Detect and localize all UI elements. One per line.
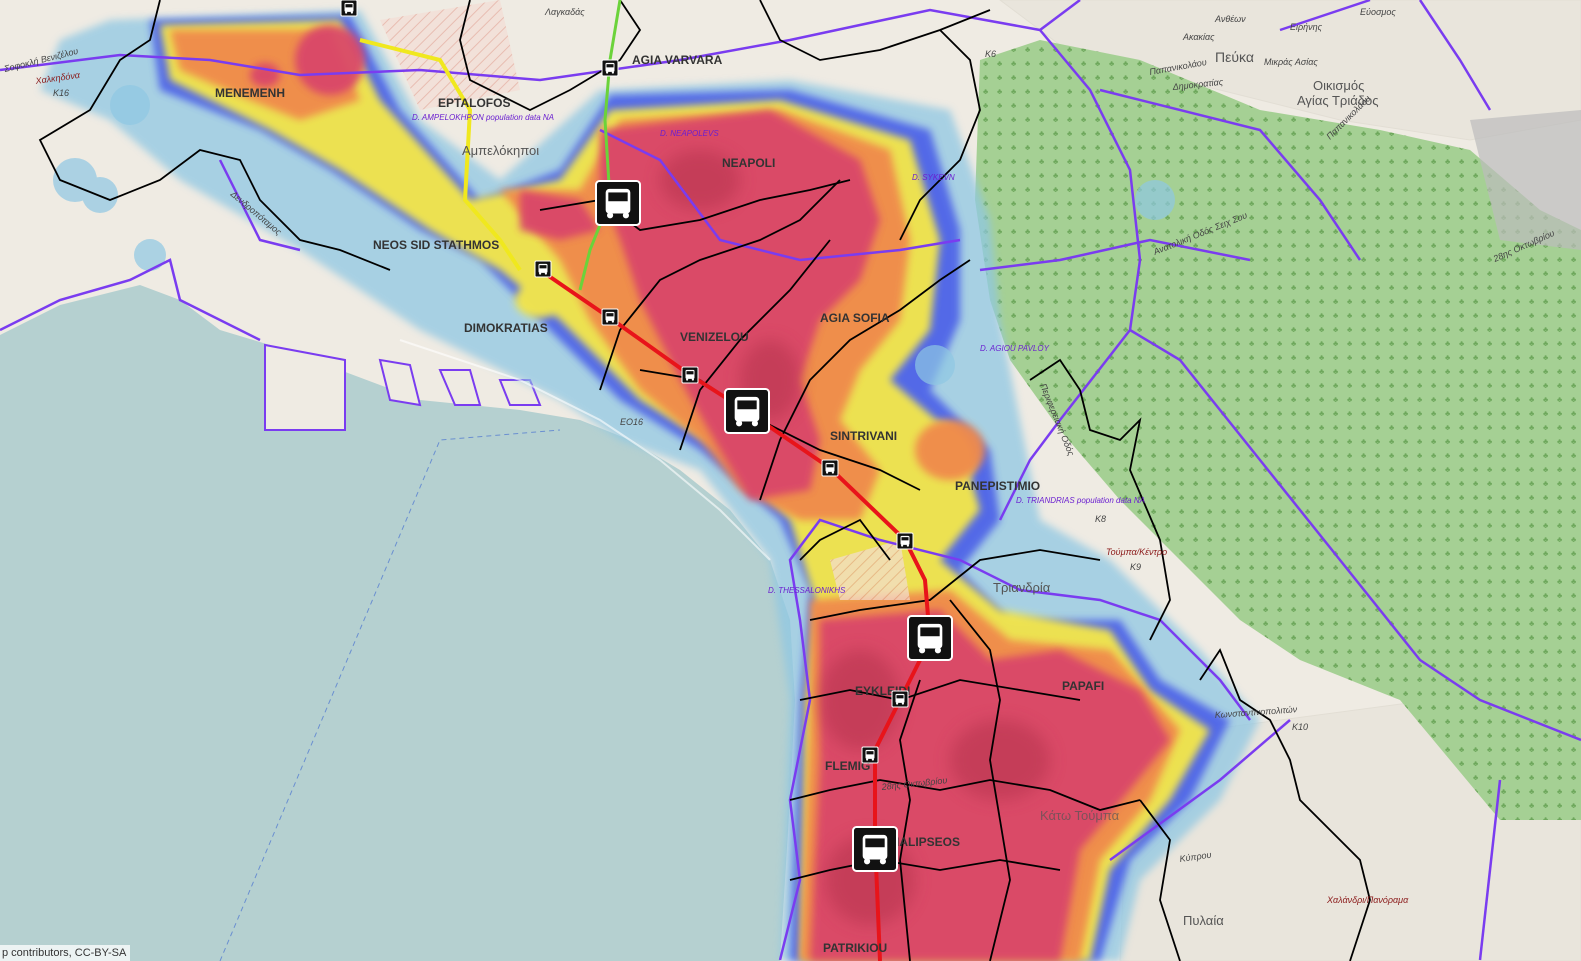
note-d-neapolews: D. NEAPOLEVS: [660, 129, 719, 138]
place-kato-toumpa: Κάτω Τούμπα: [1040, 808, 1120, 823]
bus-major-3-icon[interactable]: [907, 615, 953, 661]
district-agia-varvara: AGIA VARVARA: [632, 53, 723, 67]
bus-minor-1-icon[interactable]: [340, 0, 358, 17]
note-d-sykewn: D. SYKEVN: [912, 173, 955, 182]
bus-minor-3-icon[interactable]: [534, 260, 552, 278]
note-d-thessalonikis: D. THESSALONIKHS: [768, 586, 846, 595]
bus-major-1-icon[interactable]: [595, 180, 641, 226]
road-toumpa-kentro: Τούμπα/Κέντρο: [1106, 547, 1167, 557]
district-agia-sofia: AGIA SOFIA: [820, 311, 890, 325]
bus-major-4-icon[interactable]: [852, 826, 898, 872]
road-k10: Κ10: [1292, 722, 1308, 732]
place-pefka: Πεύκα: [1215, 49, 1254, 65]
place-pylaia: Πυλαία: [1183, 913, 1224, 928]
district-menemeni: MENEMENH: [215, 86, 285, 100]
district-venizelou: VENIZELOU: [680, 330, 749, 344]
bus-minor-2-icon[interactable]: [601, 59, 619, 77]
road-mikras-asias: Μικράς Ασίας: [1264, 57, 1318, 67]
district-sintrivani: SINTRIVANI: [830, 429, 897, 443]
district-neapoli: NEAPOLI: [722, 156, 775, 170]
district-panepistimio: PANEPISTIMIO: [955, 479, 1040, 493]
place-oikismos: Οικισμός: [1313, 78, 1364, 93]
note-d-ampelokhpoi: D. AMPELOKHPON population data NA: [412, 113, 554, 122]
road-k9: Κ9: [1130, 562, 1141, 572]
district-patrikiou: PATRIKIOU: [823, 941, 887, 955]
road-k16: Κ16: [53, 88, 69, 98]
note-d-agiou-pavlou: D. AGIOU PAVLOY: [980, 344, 1050, 353]
road-evosmos: Εύοσμος: [1360, 7, 1396, 17]
bus-minor-extra-1-icon[interactable]: [861, 746, 879, 764]
place-ampelokipoi: Αμπελόκηποι: [462, 143, 539, 158]
map-attribution[interactable]: p contributors, CC-BY-SA: [0, 945, 131, 961]
road-eo16: ΕΟ16: [620, 417, 643, 427]
district-dimokratias: DIMOKRATIAS: [464, 321, 548, 335]
note-d-triandrias: D. TRIANDRIAS population data NA: [1016, 496, 1145, 505]
bus-minor-4-icon[interactable]: [601, 308, 619, 326]
district-papafi: PAPAFI: [1062, 679, 1104, 693]
road-xalandri-panorama: Χαλάνδρι/Πανόραμα: [1326, 895, 1409, 905]
bus-minor-6-icon[interactable]: [821, 459, 839, 477]
place-triandria: Τριανδρία: [993, 580, 1051, 595]
road-eirinis: Ειρήνης: [1290, 22, 1323, 32]
bus-minor-5-icon[interactable]: [681, 366, 699, 384]
bus-minor-7-icon[interactable]: [896, 532, 914, 550]
road-k8: Κ8: [1095, 514, 1106, 524]
road-anthewn: Ανθέων: [1214, 14, 1246, 24]
district-neos-sid-stathmos: NEOS SID STATHMOS: [373, 238, 499, 252]
bus-minor-8-icon[interactable]: [891, 690, 909, 708]
bus-major-2-icon[interactable]: [724, 388, 770, 434]
district-eptalofos: EPTALOFOS: [438, 96, 510, 110]
road-akakias: Ακακίας: [1182, 32, 1215, 42]
road-k6: Κ6: [985, 49, 996, 59]
city-heatmap[interactable]: ♣: [0, 0, 1581, 961]
road-lagadas: Λαγκαδάς: [544, 7, 585, 17]
